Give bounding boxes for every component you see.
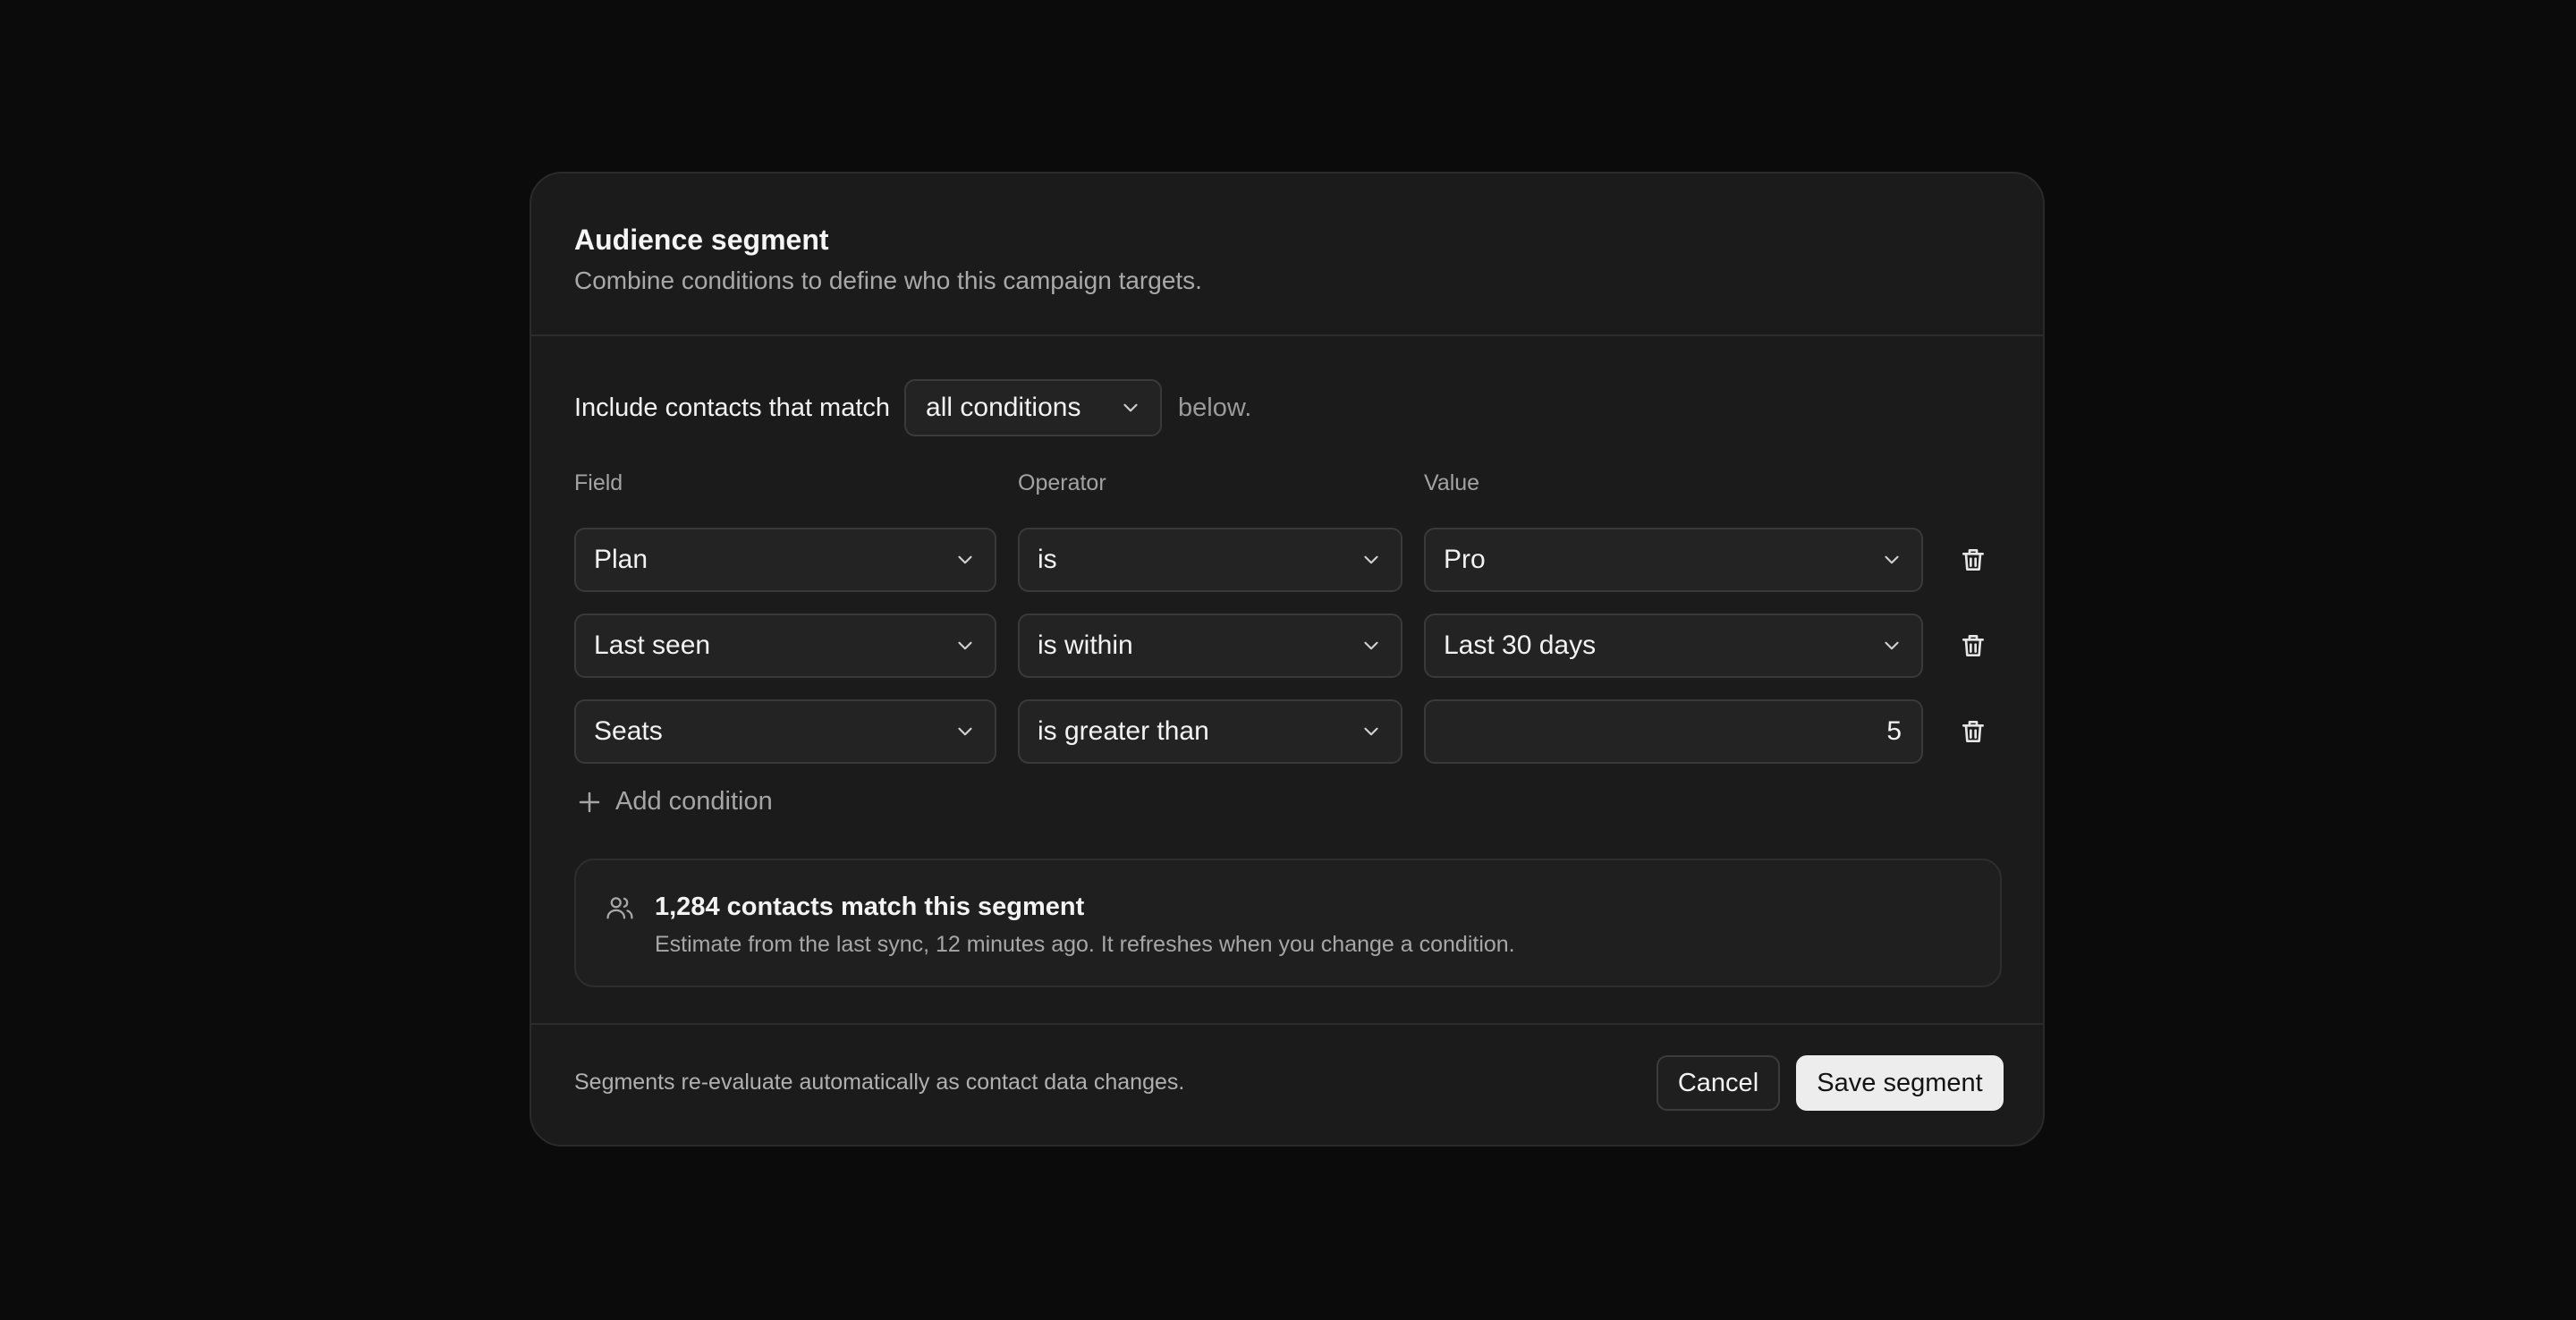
operator-select-value: is within (1038, 630, 1133, 660)
segment-estimate-card: 1,284 contacts match this segment Estima… (574, 859, 2002, 987)
footer-note: Segments re-evaluate automatically as co… (574, 1070, 1185, 1095)
dialog-title: Audience segment (574, 224, 829, 256)
estimate-title: 1,284 contacts match this segment (655, 893, 1085, 921)
chevron-down-icon (1364, 555, 1378, 564)
operator-select-value: is (1038, 545, 1057, 574)
dialog-footer: Segments re-evaluate automatically as co… (531, 1025, 2043, 1145)
field-select-value: Seats (594, 716, 663, 746)
chevron-down-icon (958, 641, 972, 650)
trash-icon[interactable] (1959, 631, 1987, 660)
chevron-down-icon (1123, 403, 1138, 412)
value-input-text: 5 (1886, 716, 1902, 746)
add-condition-label: Add condition (615, 787, 773, 816)
match-mode-value: all conditions (926, 393, 1081, 422)
column-label-field: Field (574, 470, 623, 495)
value-select[interactable]: Last 30 days (1424, 613, 1923, 678)
segment-dialog: Audience segment Combine conditions to d… (530, 172, 2045, 1147)
save-segment-button[interactable]: Save segment (1796, 1055, 2004, 1111)
estimate-subtitle: Estimate from the last sync, 12 minutes … (655, 932, 1515, 957)
dialog-body: Include contacts that match all conditio… (531, 336, 2043, 1025)
column-label-operator: Operator (1018, 470, 1106, 495)
plus-icon (579, 791, 600, 812)
field-select[interactable]: Plan (574, 528, 996, 592)
match-prefix-text: Include contacts that match (574, 393, 891, 422)
field-select-value: Last seen (594, 630, 711, 660)
operator-select[interactable]: is (1018, 528, 1402, 592)
chevron-down-icon (1885, 555, 1899, 564)
column-label-value: Value (1424, 470, 1480, 495)
trash-icon[interactable] (1959, 546, 1987, 574)
value-select-value: Last 30 days (1444, 630, 1597, 660)
operator-select-value: is greater than (1038, 716, 1209, 746)
chevron-down-icon (958, 727, 972, 736)
chevron-down-icon (1885, 641, 1899, 650)
match-mode-line: Include contacts that match all conditio… (574, 379, 1251, 436)
operator-select[interactable]: is greater than (1018, 699, 1402, 764)
add-condition-button[interactable]: Add condition (574, 787, 773, 817)
chevron-down-icon (958, 555, 972, 564)
trash-icon[interactable] (1959, 717, 1987, 746)
chevron-down-icon (1364, 727, 1378, 736)
dialog-subtitle: Combine conditions to define who this ca… (574, 267, 1202, 294)
match-suffix-text: below. (1178, 393, 1252, 422)
value-select-value: Pro (1444, 545, 1486, 574)
cancel-button[interactable]: Cancel (1657, 1055, 1780, 1111)
value-number-input[interactable]: 5 (1424, 699, 1923, 764)
match-mode-select[interactable]: all conditions (904, 379, 1163, 436)
operator-select[interactable]: is within (1018, 613, 1402, 678)
field-select[interactable]: Seats (574, 699, 996, 764)
field-select[interactable]: Last seen (574, 613, 996, 678)
chevron-down-icon (1364, 641, 1378, 650)
field-select-value: Plan (594, 545, 648, 574)
value-select[interactable]: Pro (1424, 528, 1923, 592)
dialog-header: Audience segment Combine conditions to d… (531, 173, 2043, 336)
users-icon (606, 897, 633, 919)
